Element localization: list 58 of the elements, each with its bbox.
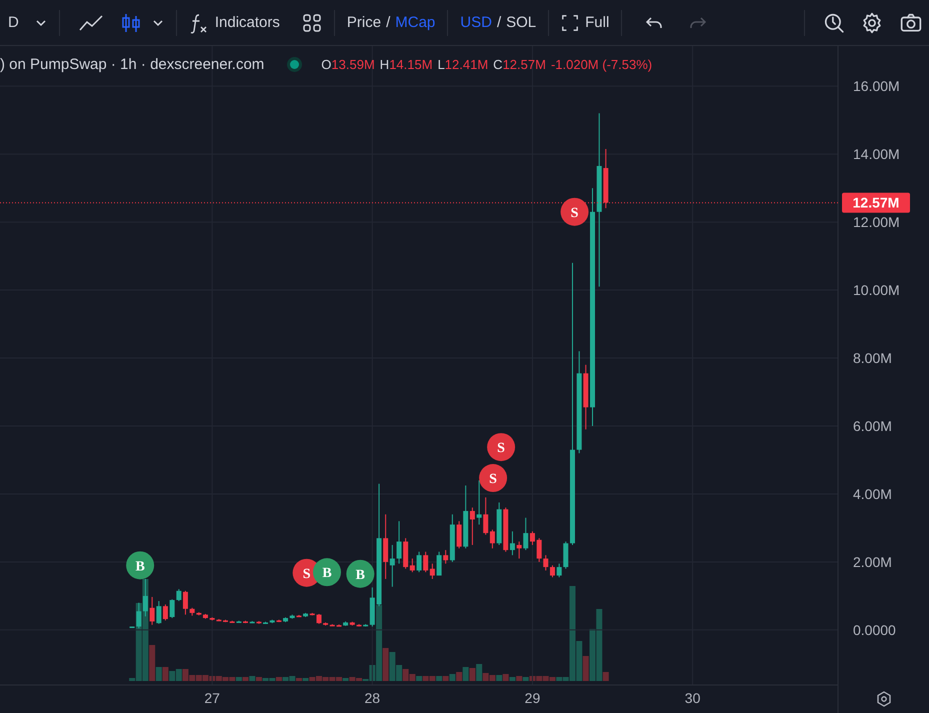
price-option[interactable]: Price (346, 14, 382, 31)
chevron-down-icon[interactable] (152, 18, 164, 26)
alert-clock-icon[interactable] (823, 12, 845, 34)
camera-icon[interactable] (899, 12, 923, 34)
price-axis-label: 0.0000 (853, 622, 896, 638)
candlestick (263, 621, 268, 624)
candlestick (316, 613, 322, 624)
currency-option[interactable]: USD (460, 14, 492, 31)
trade-marker[interactable]: S (487, 433, 516, 462)
annotation: S (497, 441, 506, 456)
slash-separator: / (385, 14, 392, 31)
candlestick (243, 620, 248, 624)
price-option[interactable]: MCap (395, 14, 436, 31)
price-change: -1.020M (-7.53%) (550, 57, 652, 72)
fullscreen-icon (561, 14, 580, 32)
annotation: S (489, 472, 498, 488)
candlestick-icon[interactable] (120, 12, 142, 34)
layout-grid-icon[interactable] (302, 12, 322, 32)
fullscreen-button[interactable]: Full (561, 14, 610, 32)
ohlc-value: H14.15M (380, 57, 433, 72)
annotation: S (302, 566, 311, 582)
price-axis-label: 4.00M (853, 486, 892, 502)
annotation: B (356, 568, 365, 583)
settings-icon[interactable] (877, 691, 891, 707)
candlestick (336, 624, 342, 627)
trade-marker[interactable]: B (346, 560, 374, 588)
chart-title: ) on PumpSwap · 1h · dexscreener.com (0, 56, 264, 73)
time-axis-label: 29 (524, 690, 540, 706)
ohlc-value: C12.57M (493, 57, 546, 72)
ref-line-label: 12.57M (852, 194, 900, 211)
annotation: B (322, 566, 332, 582)
price-axis-label: 12.00M (853, 214, 900, 230)
annotation: S (570, 206, 579, 221)
trade-marker[interactable]: S (479, 464, 508, 492)
trade-marker[interactable]: B (313, 558, 341, 586)
price-axis-label: 14.00M (853, 146, 900, 162)
settings-icon[interactable] (861, 12, 883, 34)
ohlc-value: L12.41M (438, 57, 488, 72)
function-icon (188, 12, 209, 34)
price-axis-label: 10.00M (853, 282, 900, 298)
last-price-label: 12.57M (842, 192, 910, 213)
price-axis-label: 8.00M (853, 350, 892, 366)
price-axis-label: 6.00M (853, 418, 892, 434)
indicators-button[interactable]: Indicators (188, 12, 280, 34)
trade-marker[interactable]: S (560, 198, 589, 226)
trade-marker[interactable]: B (126, 551, 154, 580)
price-axis-label: 16.00M (853, 78, 900, 94)
annotation: B (135, 559, 145, 574)
chevron-down-icon[interactable] (34, 18, 47, 26)
slash-separator: / (496, 14, 502, 31)
line-chart-icon[interactable] (78, 12, 104, 32)
time-axis-label: 28 (364, 690, 380, 706)
time-axis-label: 30 (684, 690, 700, 706)
time-axis-label: 27 (204, 690, 220, 706)
ohlc-value: O13.59M (321, 57, 375, 72)
price-axis-label: 2.00M (853, 554, 892, 570)
interval-button[interactable]: D (8, 14, 19, 31)
currency-option[interactable]: SOL (506, 14, 536, 31)
